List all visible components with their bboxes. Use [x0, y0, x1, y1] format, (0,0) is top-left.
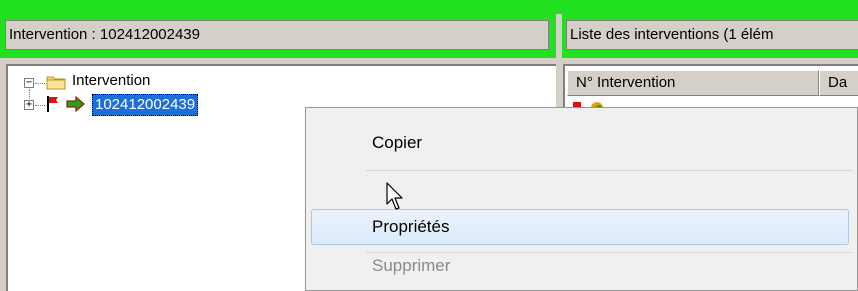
left-header-frame: Intervention : 102412002439 — [0, 14, 556, 58]
column-header-date[interactable]: Da — [819, 70, 858, 96]
status-bar-top — [0, 0, 858, 14]
column-header-intervention-number[interactable]: N° Intervention — [567, 70, 819, 96]
green-arrow-icon — [66, 96, 85, 112]
tree-line — [35, 105, 45, 106]
collapse-icon[interactable]: − — [24, 78, 34, 88]
menu-item-copier[interactable]: Copier — [306, 123, 857, 163]
mouse-cursor-icon — [386, 182, 403, 210]
tree-root-label[interactable]: Intervention — [72, 72, 150, 89]
red-flag-icon — [47, 96, 58, 112]
menu-item-proprietes[interactable]: Propriétés — [306, 207, 857, 247]
right-header-frame: Liste des interventions (1 élém — [562, 14, 858, 58]
tree-selected-item[interactable]: 102412002439 — [92, 94, 199, 116]
list-title: Liste des interventions (1 élém — [566, 20, 858, 50]
intervention-title: Intervention : 102412002439 — [5, 20, 549, 50]
expand-icon[interactable]: + — [24, 100, 34, 110]
menu-separator — [366, 170, 853, 171]
tree-line — [35, 83, 45, 84]
menu-item-supprimer: Supprimer — [372, 256, 451, 275]
folder-icon — [46, 76, 66, 90]
